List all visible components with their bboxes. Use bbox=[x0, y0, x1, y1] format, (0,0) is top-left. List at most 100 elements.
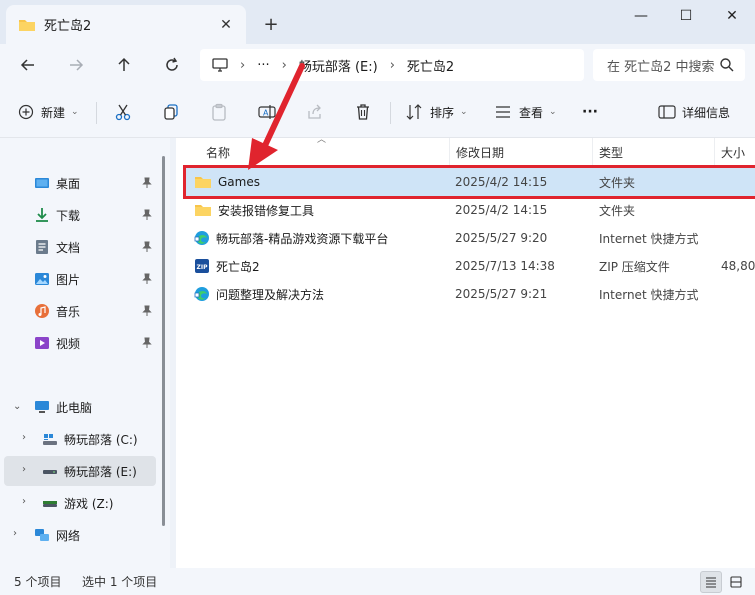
sidebar-scrollbar[interactable] bbox=[162, 156, 165, 526]
sidebar-item-drive-e[interactable]: › 畅玩部落 (E:) bbox=[4, 456, 156, 486]
sidebar-item-network[interactable]: › 网络 bbox=[4, 520, 156, 550]
music-icon bbox=[35, 304, 49, 318]
plus-circle-icon bbox=[18, 104, 34, 120]
zip-icon: ZIP bbox=[195, 259, 209, 273]
sidebar-item-label: 畅玩部落 (E:) bbox=[64, 464, 137, 479]
sort-icon bbox=[406, 104, 422, 120]
file-date: 2025/4/2 14:15 bbox=[455, 203, 548, 217]
up-button[interactable] bbox=[109, 50, 139, 80]
sidebar-item-music[interactable]: 音乐 bbox=[4, 296, 156, 326]
file-name-cell: 安装报错修复工具 bbox=[194, 196, 314, 224]
pin-icon[interactable] bbox=[142, 177, 152, 189]
file-name: 畅玩部落-精品游戏资源下载平台 bbox=[216, 231, 389, 246]
close-window-button[interactable]: ✕ bbox=[709, 0, 755, 32]
breadcrumb-overflow[interactable]: ··· bbox=[257, 58, 269, 73]
file-row[interactable]: 安装报错修复工具 2025/4/2 14:15 文件夹 bbox=[186, 196, 755, 224]
rename-icon: A bbox=[258, 105, 276, 119]
new-tab-button[interactable]: + bbox=[258, 12, 284, 36]
details-view-button[interactable] bbox=[700, 571, 722, 593]
file-row-games[interactable]: Games 2025/4/2 14:15 文件夹 bbox=[183, 165, 755, 199]
arrow-right-icon bbox=[70, 59, 84, 71]
new-button[interactable]: 新建 ⌄ bbox=[18, 100, 79, 124]
breadcrumb-folder[interactable]: 死亡岛2 bbox=[407, 56, 454, 75]
chevron-right-icon[interactable]: › bbox=[13, 528, 17, 539]
minimize-button[interactable]: — bbox=[618, 0, 664, 32]
document-icon bbox=[36, 240, 48, 254]
status-bar: 5 个项目 选中 1 个项目 bbox=[0, 568, 755, 595]
delete-button[interactable] bbox=[354, 100, 372, 124]
arrow-up-icon bbox=[118, 57, 130, 71]
pin-icon[interactable] bbox=[142, 273, 152, 285]
drive-icon bbox=[43, 470, 57, 474]
file-name: 问题整理及解决方法 bbox=[216, 287, 325, 302]
file-row[interactable]: 问题整理及解决方法 2025/5/27 9:21 Internet 快捷方式 bbox=[186, 280, 755, 308]
share-icon bbox=[308, 104, 321, 119]
video-icon bbox=[35, 337, 49, 349]
drive-icon bbox=[43, 501, 57, 507]
arrow-left-icon bbox=[20, 59, 34, 71]
address-bar[interactable]: › ··· › 畅玩部落 (E:) › 死亡岛2 bbox=[200, 49, 584, 81]
search-placeholder: 在 死亡岛2 中搜索 bbox=[607, 59, 715, 75]
more-options-button[interactable]: ··· bbox=[582, 100, 598, 124]
breadcrumb-chevron-icon[interactable]: › bbox=[240, 58, 245, 73]
tiles-view-button[interactable] bbox=[725, 571, 747, 593]
title-bar: 死亡岛2 ✕ + — ☐ ✕ bbox=[0, 0, 755, 44]
pin-icon[interactable] bbox=[142, 241, 152, 253]
search-icon[interactable] bbox=[719, 57, 735, 73]
pin-icon[interactable] bbox=[142, 337, 152, 349]
file-type: 文件夹 bbox=[599, 175, 636, 190]
chevron-down-icon: ⌄ bbox=[549, 107, 557, 117]
active-tab[interactable]: 死亡岛2 ✕ bbox=[6, 5, 246, 44]
sidebar-item-this-pc[interactable]: ⌄ 此电脑 bbox=[4, 392, 156, 422]
file-row[interactable]: ZIP 死亡岛2 2025/7/13 14:38 ZIP 压缩文件 48,80 bbox=[186, 252, 755, 280]
sidebar-item-drive-c[interactable]: › 畅玩部落 (C:) bbox=[4, 424, 156, 454]
column-header-date[interactable]: 修改日期 bbox=[450, 138, 593, 166]
pin-icon[interactable] bbox=[142, 305, 152, 317]
breadcrumb-drive[interactable]: 畅玩部落 (E:) bbox=[299, 56, 378, 75]
item-count: 5 个项目 bbox=[14, 575, 62, 589]
sidebar-item-pictures[interactable]: 图片 bbox=[4, 264, 156, 294]
copy-icon bbox=[164, 104, 178, 120]
chevron-right-icon[interactable]: › bbox=[22, 464, 26, 475]
file-row[interactable]: 畅玩部落-精品游戏资源下载平台 2025/5/27 9:20 Internet … bbox=[186, 224, 755, 252]
view-button[interactable]: 查看 ⌄ bbox=[494, 100, 557, 124]
chevron-right-icon[interactable]: › bbox=[22, 432, 26, 443]
maximize-button[interactable]: ☐ bbox=[663, 0, 709, 32]
sidebar-item-desktop[interactable]: 桌面 bbox=[4, 168, 156, 198]
sidebar-item-label: 下载 bbox=[56, 208, 81, 223]
sidebar-item-label: 网络 bbox=[56, 528, 81, 543]
view-list-icon bbox=[496, 106, 510, 118]
sidebar-item-label: 游戏 (Z:) bbox=[64, 496, 114, 511]
close-tab-button[interactable]: ✕ bbox=[216, 15, 236, 35]
pin-icon[interactable] bbox=[142, 209, 152, 221]
monitor-icon[interactable] bbox=[212, 58, 228, 72]
sort-button[interactable]: 排序 ⌄ bbox=[405, 100, 468, 124]
column-header-name[interactable]: 名称 bbox=[200, 138, 450, 166]
network-icon bbox=[35, 529, 49, 541]
breadcrumb-chevron-icon[interactable]: › bbox=[282, 58, 287, 73]
sidebar-item-videos[interactable]: 视频 bbox=[4, 328, 156, 358]
details-pane-button[interactable]: 详细信息 bbox=[658, 100, 730, 124]
folder-icon bbox=[195, 205, 211, 216]
chevron-right-icon[interactable]: › bbox=[22, 496, 26, 507]
rename-button[interactable]: A bbox=[258, 100, 276, 124]
forward-button[interactable] bbox=[61, 50, 91, 80]
view-label: 查看 bbox=[519, 105, 544, 120]
breadcrumb-chevron-icon[interactable]: › bbox=[390, 58, 395, 73]
sidebar-item-documents[interactable]: 文档 bbox=[4, 232, 156, 262]
chevron-down-icon[interactable]: ⌄ bbox=[13, 401, 21, 412]
search-input[interactable]: 在 死亡岛2 中搜索 bbox=[593, 49, 745, 81]
refresh-button[interactable] bbox=[157, 50, 187, 80]
paste-button[interactable] bbox=[210, 100, 228, 124]
chevron-down-icon: ⌄ bbox=[460, 107, 468, 117]
share-button[interactable] bbox=[306, 100, 324, 124]
sidebar-item-drive-z[interactable]: › 游戏 (Z:) bbox=[4, 488, 156, 518]
sidebar-item-downloads[interactable]: 下载 bbox=[4, 200, 156, 230]
folder-icon bbox=[19, 19, 35, 31]
back-button[interactable] bbox=[13, 50, 43, 80]
edge-shortcut-icon bbox=[194, 287, 209, 301]
column-header-size[interactable]: 大小 bbox=[715, 138, 755, 166]
copy-button[interactable] bbox=[162, 100, 180, 124]
cut-button[interactable] bbox=[114, 100, 132, 124]
column-header-type[interactable]: 类型 bbox=[593, 138, 715, 166]
